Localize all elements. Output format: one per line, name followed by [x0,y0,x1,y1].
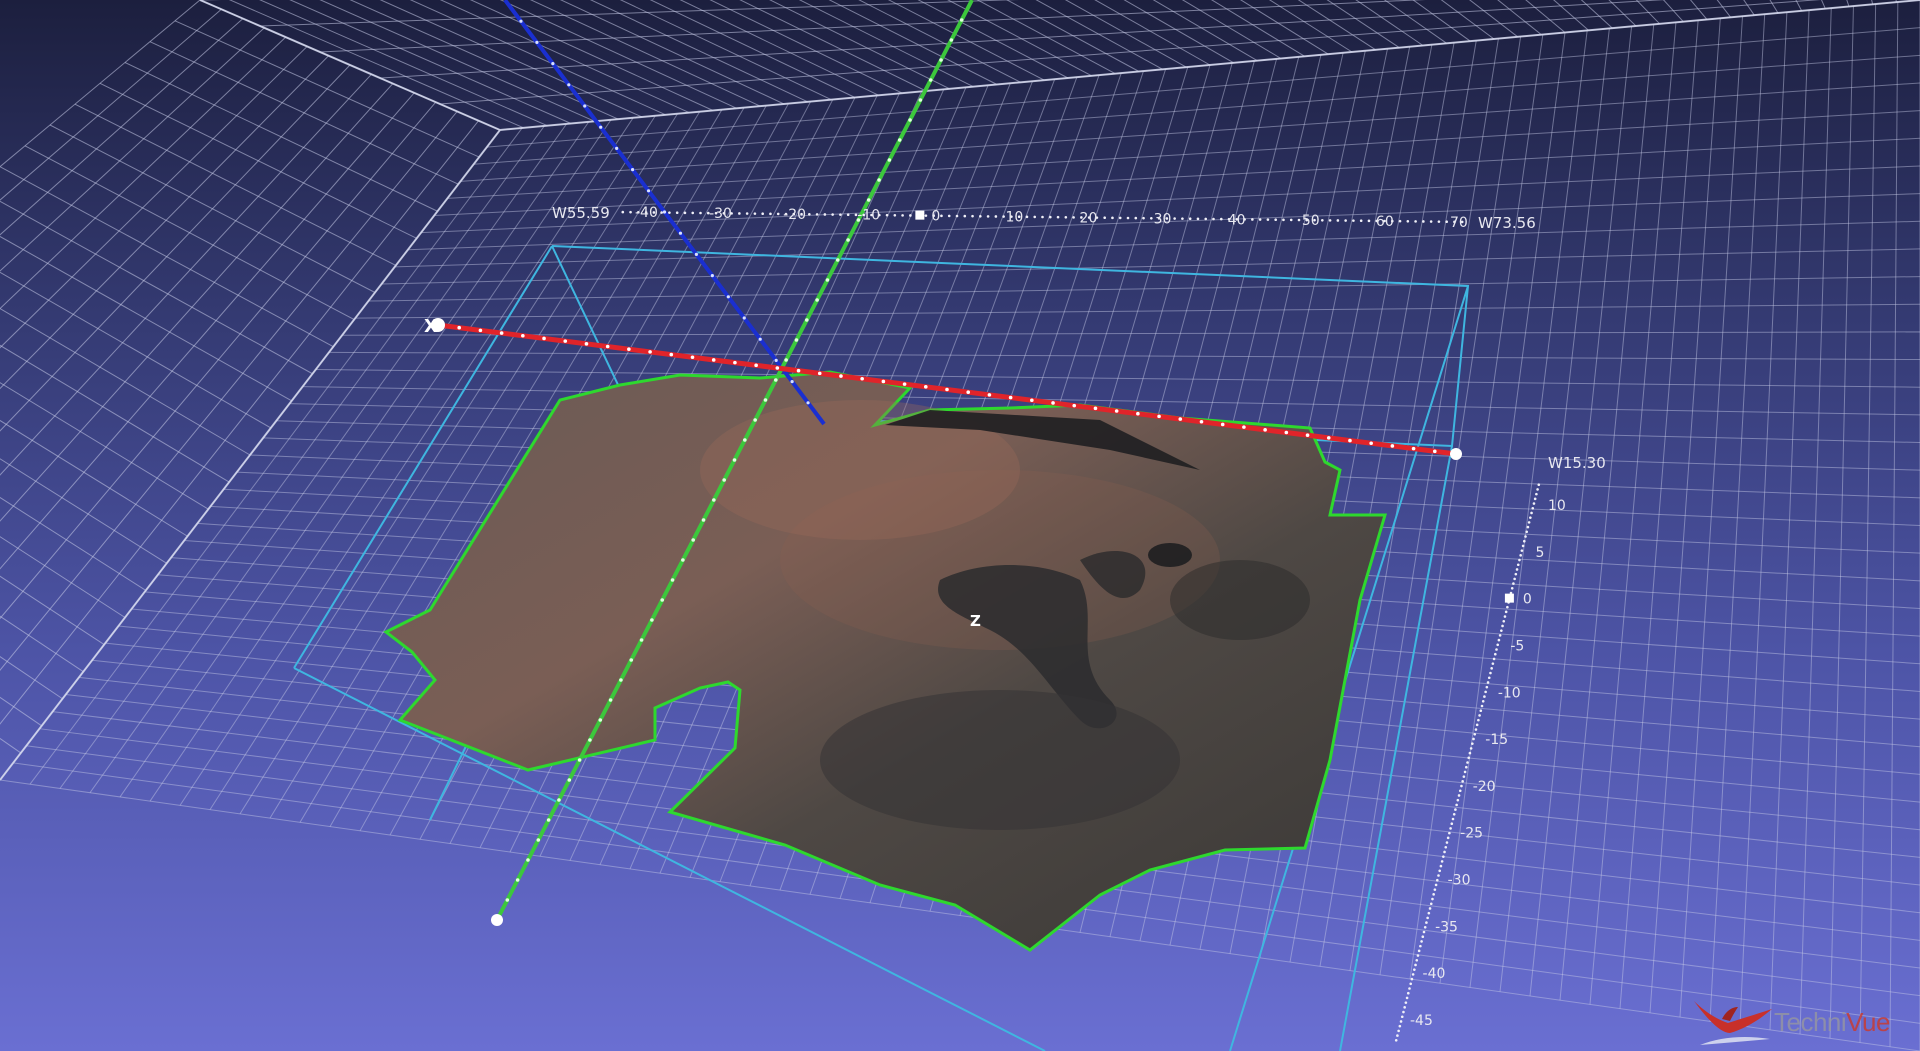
x-scale-tick-label: 70 [1450,215,1468,231]
bird-logo-icon [1694,1001,1772,1045]
x-scale-tick-label: -10 [857,208,880,224]
z-scale-tick-label: -45 [1410,1013,1433,1029]
z-scale-tick-label: 10 [1548,498,1566,514]
x-axis-end-handle[interactable] [1450,448,1462,460]
x-scale-tick-label: 10 [1005,210,1023,226]
grid-back-wall [199,0,1920,131]
brand-highlight: Vue [1846,1007,1890,1037]
x-scale-tick-label: 50 [1302,213,1320,229]
z-scale-ruler: W15.30 10 5 0 -5 -10 -15 -20 -25 -30 -35 -40 -45 [1394,454,1606,1042]
x-axis-letter: X [424,316,438,337]
x-scale-end-label: W73.56 [1478,214,1536,232]
z-scale-tick-label: -30 [1448,873,1471,889]
x-scale-tick-label: 40 [1228,212,1246,228]
technivue-logo: TechniVue [1686,989,1906,1049]
3d-scene[interactable]: X Z W55.59 W73.56 -40 -30 -20 -10 0 10 20 30 40 5… [0,0,1920,1051]
z-scale-tick-label: -15 [1485,732,1508,748]
z-scale-tick-label: -10 [1498,685,1521,701]
y-axis-endpoint-handle[interactable] [491,914,503,926]
z-axis-letter: Z [970,612,981,630]
3d-viewport[interactable]: X Z W55.59 W73.56 -40 -30 -20 -10 0 10 20 30 40 5… [0,0,1920,1051]
x-scale-tick-label: 60 [1376,214,1394,230]
brand-wordmark: TechniVue [1774,1007,1890,1038]
z-scale-tick-label: -20 [1473,779,1496,795]
brand-prefix: Techni [1774,1007,1847,1037]
z-scale-tick-label: -40 [1423,966,1446,982]
x-scale-tick-label: -40 [635,205,658,221]
x-scale-ruler: W55.59 W73.56 -40 -30 -20 -10 0 10 20 30 40 50 60 7… [552,204,1536,232]
x-scale-tick-label: 30 [1154,211,1172,227]
x-scale-start-label: W55.59 [552,204,610,222]
z-scale-top-label: W15.30 [1548,454,1606,472]
z-scale-tick-label: -25 [1460,826,1483,842]
x-scale-tick-label: 20 [1080,210,1098,226]
z-scale-tick-label: 0 [1523,592,1532,608]
z-scale-tick-label: -35 [1435,919,1458,935]
terrain-model[interactable] [383,370,1388,952]
x-scale-tick-label: -30 [709,206,732,222]
z-scale-tick-label: -5 [1510,638,1524,654]
x-scale-tick-label: 0 [931,209,940,225]
z-scale-tick-label: 5 [1535,545,1544,561]
x-scale-tick-label: -20 [783,207,806,223]
